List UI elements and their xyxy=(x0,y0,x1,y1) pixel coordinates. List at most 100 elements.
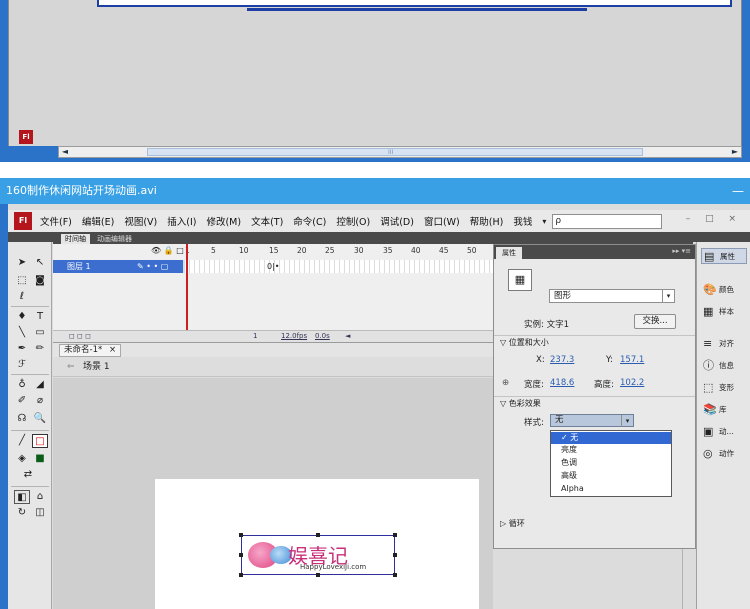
x-value[interactable]: 237.3 xyxy=(550,355,574,365)
deco-tool-icon[interactable]: ℱ xyxy=(14,358,30,372)
playhead[interactable] xyxy=(186,244,188,340)
straighten-icon[interactable]: ↻ xyxy=(14,506,30,520)
section-position-size[interactable]: ▽ 位置和大小 xyxy=(494,335,695,348)
transform-handle[interactable] xyxy=(239,553,243,557)
width-value[interactable]: 418.6 xyxy=(550,378,574,388)
workspace-dropdown-icon[interactable]: ▾ xyxy=(542,217,546,226)
brush-tool-icon[interactable]: ✏ xyxy=(32,342,48,356)
menu-view[interactable]: 视图(V) xyxy=(124,214,157,228)
transform-handle[interactable] xyxy=(239,573,243,577)
transform-handle[interactable] xyxy=(393,533,397,537)
selected-graphic-instance[interactable]: 娱喜记 HappyLovexiJi.com xyxy=(239,533,397,577)
stage[interactable]: 娱喜记 HappyLovexiJi.com xyxy=(155,479,479,609)
minimize-icon[interactable]: — xyxy=(732,178,744,204)
height-value[interactable]: 102.2 xyxy=(620,378,644,388)
menu-edit[interactable]: 编辑(E) xyxy=(82,214,114,228)
window-controls[interactable]: – □ × xyxy=(686,214,742,224)
snap-magnet-icon[interactable]: ◧ xyxy=(14,490,30,504)
y-value[interactable]: 157.1 xyxy=(620,355,644,365)
style-option-none[interactable]: ✓ 无 xyxy=(551,432,671,444)
transform-handle[interactable] xyxy=(393,573,397,577)
style-option-alpha[interactable]: Alpha xyxy=(551,483,671,495)
transform-handle[interactable] xyxy=(393,553,397,557)
tab-timeline[interactable]: 时间轴 xyxy=(61,234,90,244)
section-loop[interactable]: ▷ 循环 xyxy=(500,518,525,529)
timeline-scroll-left-icon[interactable]: ◄ xyxy=(345,331,350,342)
menu-text[interactable]: 文本(T) xyxy=(251,214,283,228)
option-icon[interactable]: ◫ xyxy=(32,506,48,520)
keyframe-marker[interactable]: 0|• xyxy=(267,260,280,273)
style-option-advanced[interactable]: 高级 xyxy=(551,470,671,482)
style-option-brightness[interactable]: 亮度 xyxy=(551,444,671,456)
menu-file[interactable]: 文件(F) xyxy=(40,214,72,228)
free-transform-tool-icon[interactable]: ⬚ xyxy=(14,274,30,288)
dock-swatches[interactable]: ▦ 样本 xyxy=(701,304,747,320)
selection-tool-icon[interactable]: ➤ xyxy=(14,256,30,270)
menu-workspace[interactable]: 我钱 xyxy=(513,214,532,228)
bone-tool-icon[interactable]: ♁ xyxy=(14,378,30,392)
dock-color[interactable]: 🎨 颜色 xyxy=(701,282,747,298)
stroke-color-icon[interactable]: ╱ xyxy=(14,434,30,448)
tab-properties[interactable]: 属性 xyxy=(496,247,522,259)
previous-horizontal-scrollbar[interactable]: ◄ III ► xyxy=(58,146,742,158)
hand-tool-icon[interactable]: ☊ xyxy=(14,412,30,426)
dock-align[interactable]: ≡ 对齐 xyxy=(701,336,747,352)
dock-motion-presets[interactable]: ▣ 动... xyxy=(701,424,747,440)
close-icon[interactable]: × xyxy=(109,345,116,355)
swap-colors-icon[interactable]: ⇄ xyxy=(20,468,36,482)
scroll-left-icon[interactable]: ◄ xyxy=(59,147,71,157)
menu-window[interactable]: 窗口(W) xyxy=(424,214,460,228)
zoom-tool-icon[interactable]: 🔍 xyxy=(32,412,48,426)
transform-handle[interactable] xyxy=(239,533,243,537)
lasso-tool-icon[interactable]: ℓ xyxy=(14,290,30,304)
transform-handle[interactable] xyxy=(316,573,320,577)
elapsed-time[interactable]: 0.0s xyxy=(315,331,330,342)
fill-color-icon[interactable]: ◈ xyxy=(14,452,30,466)
transform-handle[interactable] xyxy=(316,533,320,537)
dock-info[interactable]: ⓘ 信息 xyxy=(701,358,747,374)
panel-menu-icon[interactable]: ▸▸ ▾≡ xyxy=(672,247,691,255)
menu-modify[interactable]: 修改(M) xyxy=(206,214,241,228)
dock-library[interactable]: 📚 库 xyxy=(701,402,747,418)
layer-visibility-icons[interactable]: 👁 🔒 □ xyxy=(151,246,184,255)
frame-rate[interactable]: 12.0fps xyxy=(281,331,307,342)
dock-actions[interactable]: ◎ 动作 xyxy=(701,446,747,462)
paint-bucket-tool-icon[interactable]: ◢ xyxy=(32,378,48,392)
stroke-color-swatch[interactable]: □ xyxy=(32,434,48,448)
scroll-right-icon[interactable]: ► xyxy=(729,147,741,157)
smooth-icon[interactable]: ⌂ xyxy=(32,490,48,504)
pencil-tool-icon[interactable]: ✒ xyxy=(14,342,30,356)
color-style-select[interactable]: 无 ▾ xyxy=(550,414,634,427)
eraser-tool-icon[interactable]: ⌀ xyxy=(32,394,48,408)
layer-buttons[interactable]: ◻ ◻ ◻ xyxy=(69,331,91,342)
menu-commands[interactable]: 命令(C) xyxy=(293,214,326,228)
layer-marks[interactable]: ✎ • • ▢ xyxy=(137,260,168,273)
back-arrow-icon[interactable]: ⇐ xyxy=(67,357,75,377)
help-search-input[interactable]: ρ xyxy=(552,213,663,229)
section-color-effect[interactable]: ▽ 色彩效果 xyxy=(494,396,695,409)
text-tool-icon[interactable]: T xyxy=(32,310,48,324)
swap-button[interactable]: 交换... xyxy=(634,314,676,329)
subselection-tool-icon[interactable]: ↖ xyxy=(32,256,48,270)
eyedropper-tool-icon[interactable]: ✐ xyxy=(14,394,30,408)
menu-control[interactable]: 控制(O) xyxy=(336,214,370,228)
document-tab[interactable]: 未命名-1* × xyxy=(59,344,122,357)
menu-debug[interactable]: 调试(D) xyxy=(380,214,414,228)
fill-color-swatch[interactable]: ■ xyxy=(32,452,48,466)
line-tool-icon[interactable]: ╲ xyxy=(14,326,30,340)
scroll-thumb[interactable]: III xyxy=(147,148,643,156)
tab-motion-editor[interactable]: 动画编辑器 xyxy=(93,234,136,244)
menu-help[interactable]: 帮助(H) xyxy=(470,214,504,228)
dock-properties[interactable]: ▤ 属性 xyxy=(701,248,747,264)
symbol-type-select[interactable]: 图形 ▾ xyxy=(549,289,675,303)
lock-proportions-icon[interactable]: ⊕ xyxy=(502,378,509,388)
rectangle-tool-icon[interactable]: ▭ xyxy=(32,326,48,340)
layer-row[interactable]: 图层 1 ✎ • • ▢ xyxy=(53,260,183,273)
menu-insert[interactable]: 插入(I) xyxy=(167,214,196,228)
layer-frames[interactable]: 0|• xyxy=(185,260,493,273)
scene-breadcrumb[interactable]: 场景 1 xyxy=(83,357,110,377)
pen-tool-icon[interactable]: ♦ xyxy=(14,310,30,324)
style-option-tint[interactable]: 色调 xyxy=(551,457,671,469)
3d-rotation-tool-icon[interactable]: ◙ xyxy=(32,274,48,288)
dock-transform[interactable]: ⬚ 变形 xyxy=(701,380,747,396)
